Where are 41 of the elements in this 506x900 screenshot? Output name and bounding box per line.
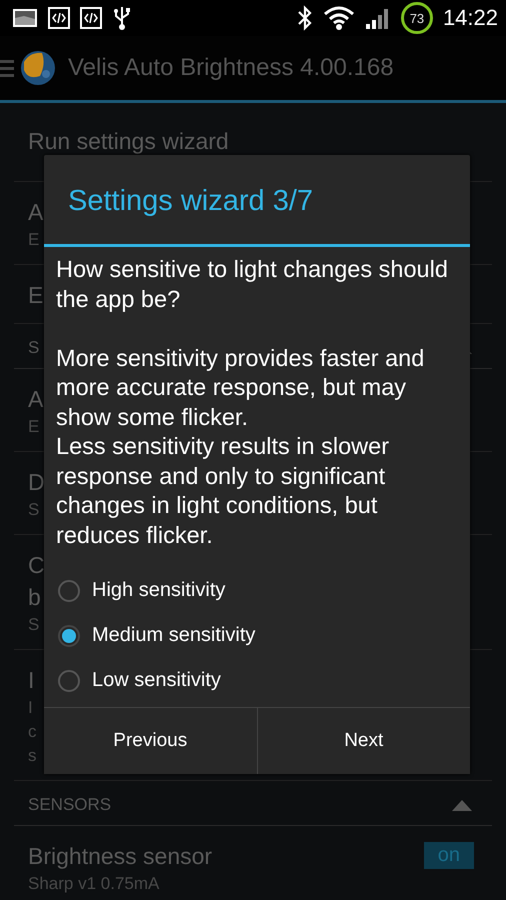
setting-title: C — [28, 551, 45, 580]
setting-summary: E — [28, 416, 40, 438]
setting-title: I — [28, 666, 36, 695]
code-icon — [80, 7, 102, 29]
code-icon — [48, 7, 70, 29]
setting-title: Brightness sensor — [28, 842, 212, 871]
setting-summary: Sharp v1 0.75mA — [28, 873, 160, 895]
setting-title: A — [28, 385, 44, 414]
setting-summary: c — [28, 721, 36, 743]
bluetooth-icon — [296, 5, 313, 31]
setting-summary: s — [28, 745, 36, 767]
globe-icon — [20, 50, 56, 86]
option-label[interactable]: Low sensitivity — [92, 669, 221, 692]
setting-title: b — [28, 583, 42, 612]
option-label[interactable]: High sensitivity — [92, 579, 226, 602]
image-icon — [12, 8, 38, 28]
next-button[interactable]: Next — [256, 708, 470, 774]
usb-icon — [112, 5, 132, 31]
menu-icon[interactable] — [0, 57, 14, 79]
section-header: SENSORS — [28, 795, 112, 815]
radio-button[interactable] — [58, 580, 80, 602]
signal-icon — [364, 6, 391, 30]
option-label[interactable]: Medium sensitivity — [92, 624, 256, 647]
section-header: S — [28, 338, 40, 358]
setting-summary: S — [28, 614, 40, 636]
setting-summary: E — [28, 229, 40, 251]
radio-button[interactable] — [58, 670, 80, 692]
clock: 14:22 — [442, 5, 498, 31]
setting-title: Run settings wizard — [28, 127, 229, 156]
setting-title: D — [28, 468, 45, 497]
setting-title: A — [28, 198, 44, 227]
app-title: Velis Auto Brightness 4.00.168 — [68, 54, 394, 82]
setting-summary: I — [28, 697, 34, 719]
setting-summary: S — [28, 499, 40, 521]
previous-button[interactable]: Previous — [44, 708, 256, 774]
wifi-icon — [322, 5, 355, 31]
collapse-icon[interactable] — [452, 799, 472, 811]
dialog-title: Settings wizard 3/7 — [44, 155, 470, 247]
setting-title: E — [28, 281, 44, 310]
dialog-message: How sensitive to light changes should the app be? More sensitivity provides faster and more accurate response, but may show some flicker. Less sensitivity results in slower response and only to significant changes in light conditions, but reduces flicker. — [55, 255, 449, 550]
radio-button[interactable] — [58, 624, 80, 646]
